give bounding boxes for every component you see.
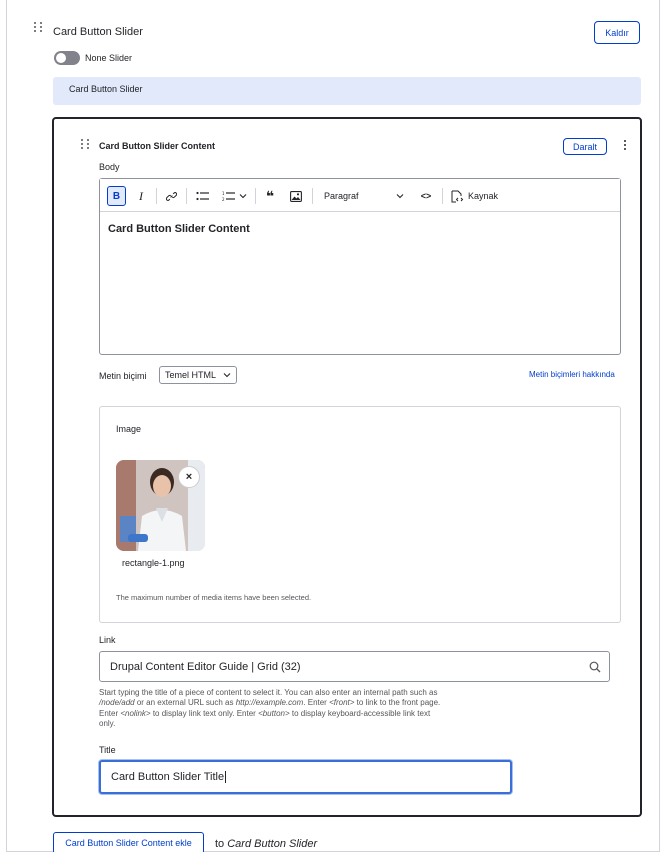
max-items-note: The maximum number of media items have b…: [116, 593, 312, 602]
image-label: Image: [116, 424, 142, 434]
image-field: Image × rectangle-1.png The maximum numb…: [99, 406, 621, 623]
title-input-value: Card Button Slider Title: [111, 771, 225, 783]
add-target-text: to Card Button Slider: [215, 838, 318, 850]
more-options-icon[interactable]: [622, 140, 628, 150]
none-slider-toggle[interactable]: [54, 51, 80, 65]
image-icon[interactable]: [287, 187, 305, 205]
numbered-list-icon[interactable]: 12: [219, 187, 237, 205]
collapse-button[interactable]: Daralt: [563, 138, 607, 155]
link-input-value: Drupal Content Editor Guide | Grid (32): [110, 660, 301, 673]
body-label: Body: [99, 162, 120, 172]
code-button[interactable]: <>: [415, 187, 437, 205]
drag-handle-icon[interactable]: [81, 139, 90, 149]
blockquote-icon[interactable]: ❝: [261, 187, 279, 205]
rich-text-editor: B I 12 ❝ Paragraf <> Kaynak Card Button …: [99, 178, 621, 355]
chevron-down-icon: [396, 194, 404, 199]
paragraph-summary: Card Button Slider: [53, 77, 641, 105]
editor-toolbar: B I 12 ❝ Paragraf <> Kaynak: [100, 179, 620, 212]
text-format-help-link[interactable]: Metin biçimleri hakkında: [529, 370, 615, 379]
paragraph-format-value: Paragraf: [324, 191, 359, 201]
text-format-label: Metin biçimi: [99, 371, 147, 381]
paragraph-title: Card Button Slider: [53, 26, 143, 38]
paragraph-format-select[interactable]: Paragraf: [318, 187, 408, 205]
search-icon: [589, 661, 601, 672]
text-format-value: Temel HTML: [165, 370, 217, 380]
add-content-button[interactable]: Card Button Slider Content ekle: [53, 832, 204, 852]
chevron-down-icon[interactable]: [238, 187, 248, 205]
bold-button[interactable]: B: [107, 186, 126, 206]
inner-paragraph-title: Card Button Slider Content: [99, 141, 215, 151]
image-filename: rectangle-1.png: [122, 558, 185, 568]
link-icon[interactable]: [162, 187, 180, 205]
italic-button[interactable]: I: [132, 187, 150, 205]
chevron-down-icon: [223, 373, 231, 378]
remove-image-button[interactable]: ×: [178, 466, 200, 488]
text-format-select[interactable]: Temel HTML: [159, 366, 237, 384]
paragraph-outer: Card Button Slider Kaldır None Slider Ca…: [6, 0, 660, 852]
toggle-label: None Slider: [85, 53, 133, 63]
drag-handle-icon[interactable]: [34, 22, 43, 32]
link-label: Link: [99, 635, 116, 645]
source-button[interactable]: Kaynak: [450, 187, 505, 205]
link-help-text: Start typing the title of a piece of con…: [99, 688, 441, 729]
bulleted-list-icon[interactable]: [193, 187, 211, 205]
paragraph-inner: Card Button Slider Content Daralt Body B…: [52, 117, 642, 817]
title-input[interactable]: Card Button Slider Title: [99, 760, 512, 794]
svg-text:1: 1: [222, 191, 225, 196]
title-label: Title: [99, 745, 116, 755]
source-icon: [451, 190, 464, 202]
svg-text:2: 2: [222, 197, 225, 202]
editor-content[interactable]: Card Button Slider Content: [108, 223, 250, 235]
source-label: Kaynak: [468, 191, 499, 201]
remove-button[interactable]: Kaldır: [594, 21, 640, 44]
link-input[interactable]: Drupal Content Editor Guide | Grid (32): [99, 651, 610, 682]
